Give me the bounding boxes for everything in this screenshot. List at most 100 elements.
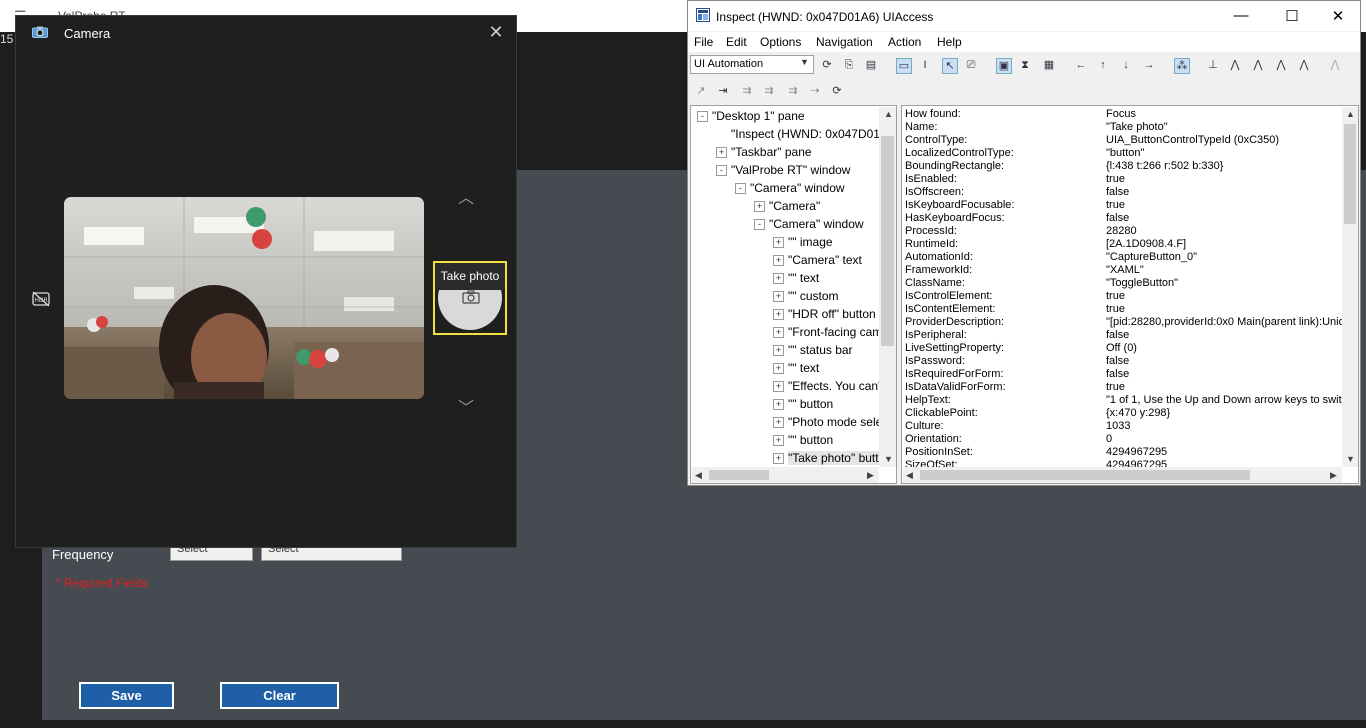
tree-item[interactable]: + "Effects. You can" <box>773 377 882 395</box>
tree-item[interactable]: - "Camera" window <box>754 215 864 233</box>
arrow-down-icon[interactable]: ↓ <box>1119 58 1133 72</box>
scroll-right-icon[interactable]: ▶ <box>867 470 874 481</box>
tree-item[interactable]: + "" custom <box>773 287 839 305</box>
property-row[interactable]: RuntimeId: [2A.1D0908.4.F] <box>905 238 1186 251</box>
nav-parent-icon[interactable]: ⊥ <box>1206 58 1220 72</box>
watch-tooltip-icon[interactable]: ⎚ <box>964 58 978 72</box>
properties-pane[interactable]: How found: Focus Name: "Take photo" ControlT… <box>901 105 1359 484</box>
nav-next-sibling-icon[interactable]: ⋀ <box>1251 58 1265 72</box>
hourglass-icon[interactable]: ⧗ <box>1018 58 1032 72</box>
tree-item[interactable]: + "" button <box>773 431 833 449</box>
tree-hscroll-thumb[interactable] <box>709 470 769 480</box>
scroll-down-icon[interactable]: ▼ <box>1346 454 1355 464</box>
expand-icon[interactable]: + <box>773 417 784 429</box>
scroll-up-icon[interactable]: ▲ <box>884 109 893 119</box>
clear-button[interactable]: Clear <box>220 682 339 709</box>
expand-icon[interactable]: + <box>754 201 765 213</box>
expand-icon[interactable]: + <box>773 453 784 465</box>
watch-cursor-icon[interactable]: ↖ <box>942 58 958 74</box>
show-highlight-icon[interactable]: ▣ <box>996 58 1012 74</box>
tree-item[interactable]: "Inspect (HWND: 0x047D01A6) <box>716 125 896 143</box>
tree-item[interactable]: + "" image <box>773 233 833 251</box>
mode-select[interactable]: UI Automation <box>690 55 814 74</box>
collapse-icon[interactable]: - <box>754 219 765 231</box>
arrow-left-icon[interactable]: ← <box>1074 58 1088 72</box>
expand-icon[interactable]: + <box>773 309 784 321</box>
nav-prev-sibling-icon[interactable]: ⋀ <box>1274 58 1288 72</box>
menu-edit[interactable]: Edit <box>726 35 747 49</box>
scroll-left-icon[interactable]: ◀ <box>906 470 913 481</box>
tree-scroll-thumb[interactable] <box>881 136 894 346</box>
property-row[interactable]: Orientation: 0 <box>905 433 1112 446</box>
expand-icon[interactable]: + <box>773 273 784 285</box>
expand-icon[interactable]: + <box>773 291 784 303</box>
scroll-down-icon[interactable]: ▼ <box>884 454 893 464</box>
maximize-icon[interactable]: ☐ <box>1282 7 1302 25</box>
expand-icon[interactable]: + <box>773 345 784 357</box>
property-row[interactable]: ClassName: "ToggleButton" <box>905 277 1178 290</box>
property-row[interactable]: ClickablePoint: {x:470 y:298} <box>905 407 1170 420</box>
expand-icon[interactable]: + <box>773 399 784 411</box>
property-row[interactable]: LiveSettingProperty: Off (0) <box>905 342 1137 355</box>
property-row[interactable]: IsPeripheral: false <box>905 329 1129 342</box>
property-row[interactable]: How found: Focus <box>905 108 1136 121</box>
tree-item[interactable]: + "Take photo" button <box>773 449 892 467</box>
nav-first-child-icon[interactable]: ⋀ <box>1228 58 1242 72</box>
property-row[interactable]: IsOffscreen: false <box>905 186 1129 199</box>
property-row[interactable]: IsControlElement: true <box>905 290 1125 303</box>
tree-item[interactable]: + "" status bar <box>773 341 853 359</box>
properties-icon[interactable]: ▤ <box>864 58 878 72</box>
scroll-right-icon[interactable]: ▶ <box>1330 470 1337 481</box>
arrow-right-icon[interactable]: → <box>1142 58 1156 72</box>
collapse-icon[interactable]: - <box>735 183 746 195</box>
property-row[interactable]: IsContentElement: true <box>905 303 1125 316</box>
tree-item[interactable]: + "" text <box>773 269 819 287</box>
property-row[interactable]: ControlType: UIA_ButtonControlTypeId (0xC… <box>905 134 1279 147</box>
menu-options[interactable]: Options <box>760 35 801 49</box>
next-mode-chevron-icon[interactable]: ﹀ <box>458 394 474 418</box>
props-hscroll-thumb[interactable] <box>920 470 1250 480</box>
chevron-down-icon[interactable]: ▼ <box>800 57 809 67</box>
property-row[interactable]: HelpText: "1 of 1, Use the Up and Down ar… <box>905 394 1347 407</box>
expand-icon[interactable]: + <box>773 363 784 375</box>
close-icon[interactable]: ✕ <box>1328 7 1348 25</box>
property-row[interactable]: BoundingRectangle: {l:438 t:266 r:502 b:3… <box>905 160 1223 173</box>
tree-item[interactable]: + "Camera" <box>754 197 820 215</box>
tree-item[interactable]: + "Taskbar" pane <box>716 143 812 161</box>
property-row[interactable]: LocalizedControlType: "button" <box>905 147 1144 160</box>
property-row[interactable]: IsRequiredForForm: false <box>905 368 1129 381</box>
watch-focus-icon[interactable]: ▭ <box>896 58 912 74</box>
expand-icon[interactable]: + <box>716 147 727 159</box>
menu-action[interactable]: Action <box>888 35 921 49</box>
keyboard-icon[interactable]: ▦ <box>1042 58 1056 72</box>
property-row[interactable]: IsDataValidForForm: true <box>905 381 1125 394</box>
tree-item[interactable]: + "Camera" text <box>773 251 862 269</box>
hdr-off-icon[interactable]: HDR <box>32 291 50 307</box>
property-row[interactable]: IsPassword: false <box>905 355 1129 368</box>
props-scroll-thumb[interactable] <box>1344 124 1356 224</box>
expand-icon[interactable]: + <box>773 237 784 249</box>
tree-item[interactable]: + "" button <box>773 395 833 413</box>
property-row[interactable]: PositionInSet: 4294967295 <box>905 446 1167 459</box>
property-row[interactable]: IsKeyboardFocusable: true <box>905 199 1125 212</box>
minimize-icon[interactable]: — <box>1231 7 1251 24</box>
arrow-up-icon[interactable]: ↑ <box>1096 58 1110 72</box>
tree-view-icon[interactable]: ⁂ <box>1174 58 1190 74</box>
action-icon-2[interactable]: ⇥ <box>716 84 730 98</box>
property-row[interactable]: HasKeyboardFocus: false <box>905 212 1129 225</box>
property-row[interactable]: Culture: 1033 <box>905 420 1130 433</box>
property-row[interactable]: Name: "Take photo" <box>905 121 1168 134</box>
scroll-left-icon[interactable]: ◀ <box>695 470 702 481</box>
expand-icon[interactable]: + <box>773 381 784 393</box>
scroll-up-icon[interactable]: ▲ <box>1346 109 1355 119</box>
property-row[interactable]: ProcessId: 28280 <box>905 225 1137 238</box>
tree-item[interactable]: + "" text <box>773 359 819 377</box>
property-row[interactable]: ProviderDescription: "[pid:28280,provider… <box>905 316 1351 329</box>
expand-icon[interactable]: + <box>773 435 784 447</box>
watch-caret-icon[interactable]: I <box>918 58 932 72</box>
expand-icon[interactable]: + <box>773 327 784 339</box>
nav-last-child-icon[interactable]: ⋀ <box>1297 58 1311 72</box>
copy-icon[interactable]: ⎘ <box>842 58 856 72</box>
collapse-icon[interactable]: - <box>697 111 708 123</box>
save-button[interactable]: Save <box>79 682 174 709</box>
